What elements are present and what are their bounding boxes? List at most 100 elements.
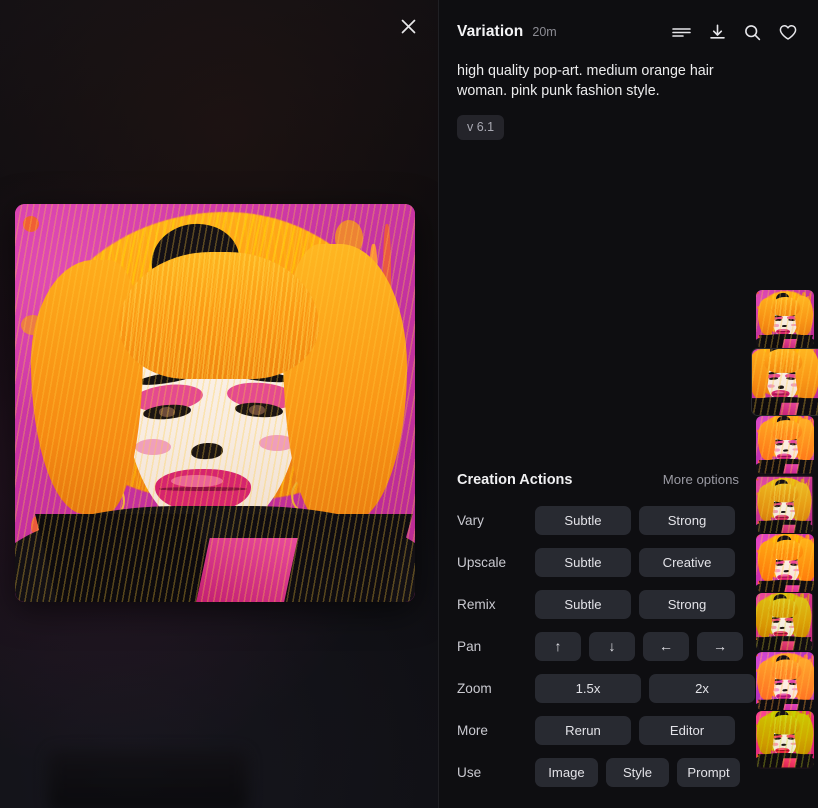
header-icon-group — [672, 24, 800, 41]
artwork-drip — [23, 215, 39, 232]
action-button-use-prompt[interactable]: Prompt — [677, 757, 740, 787]
action-row-pan: Pan ↑ ↓ ← → — [457, 625, 743, 667]
artwork-cheek — [767, 384, 775, 388]
action-button-group: Subtle Strong — [535, 505, 735, 535]
arrow-icon: → — [713, 638, 727, 654]
thumbnail-artwork — [756, 416, 814, 474]
thumbnail-artwork — [756, 711, 814, 768]
artwork-iris — [790, 683, 794, 685]
prompt-text[interactable]: high quality pop-art. medium orange hair… — [439, 48, 739, 101]
action-button-group: Image Style Prompt — [535, 757, 740, 787]
image-detail-screen: Variation 20m high quality pop-art. medi… — [0, 0, 818, 808]
artwork-canvas — [15, 204, 415, 602]
more-options-link[interactable]: More options — [663, 472, 739, 487]
artwork-collar — [196, 538, 298, 602]
action-button-group: Subtle Creative — [535, 547, 735, 577]
artwork-iris — [776, 319, 780, 321]
artwork-cheek — [773, 324, 779, 327]
thumbnail-artwork — [756, 290, 814, 348]
main-artwork[interactable] — [15, 204, 415, 602]
elapsed-time: 20m — [532, 25, 557, 39]
action-button-more-editor[interactable]: Editor — [639, 715, 735, 745]
artwork-lip-line — [774, 633, 788, 634]
action-row-label: Vary — [457, 512, 484, 528]
search-icon[interactable] — [744, 24, 761, 41]
artwork-nose — [781, 688, 787, 692]
action-button-pan-up[interactable]: ↑ — [535, 631, 581, 661]
close-icon[interactable] — [394, 12, 422, 40]
artwork-iris — [777, 443, 781, 446]
section-title: Creation Actions — [457, 472, 573, 488]
artwork-collar — [779, 640, 795, 651]
action-row-label: Pan — [457, 638, 482, 654]
action-row-vary: Vary Subtle Strong — [457, 499, 739, 541]
artwork-iris — [792, 563, 795, 566]
list-icon[interactable] — [672, 25, 691, 40]
action-button-zoom-1-5x[interactable]: 1.5x — [535, 673, 641, 703]
artwork-jacket-left — [758, 581, 788, 592]
download-icon[interactable] — [709, 24, 726, 41]
artwork-collar — [783, 463, 799, 474]
artwork-cheek — [772, 742, 778, 746]
artwork-iris — [776, 738, 779, 740]
artwork-bangs-texture — [771, 539, 804, 560]
artwork-nose — [778, 384, 785, 389]
action-row-remix: Remix Subtle Strong — [457, 583, 739, 625]
artwork-collar — [782, 703, 799, 710]
thumbnail-artwork — [756, 534, 814, 592]
artwork-nose — [779, 626, 784, 630]
action-row-label: More — [457, 722, 488, 738]
action-row-label: Remix — [457, 596, 496, 612]
action-button-upscale-subtle[interactable]: Subtle — [535, 547, 631, 577]
artwork-bangs-texture — [768, 598, 799, 618]
heart-icon[interactable] — [779, 24, 797, 41]
action-button-upscale-creative[interactable]: Creative — [639, 547, 735, 577]
artwork-nose — [780, 510, 786, 514]
action-rows: Vary Subtle Strong Upscale Subtle Creative Rem… — [457, 499, 755, 793]
thumbnail-artwork — [756, 652, 814, 710]
action-button-remix-subtle[interactable]: Subtle — [535, 589, 631, 619]
thumbnail-8[interactable] — [756, 711, 814, 769]
thumbnail-3[interactable] — [756, 416, 814, 474]
page-title: Variation — [457, 23, 524, 40]
thumbnail-6[interactable] — [756, 593, 814, 651]
action-button-pan-down[interactable]: ↓ — [589, 631, 635, 661]
action-row-use: Use Image Style Prompt — [457, 751, 740, 793]
artwork-nose — [781, 324, 787, 328]
action-button-group: ↑ ↓ ← → — [535, 631, 743, 661]
action-button-vary-subtle[interactable]: Subtle — [535, 505, 631, 535]
thumbnail-2[interactable] — [751, 348, 818, 416]
thumbnail-7[interactable] — [756, 652, 814, 710]
artwork-iris — [774, 621, 777, 623]
action-row-label: Zoom — [457, 680, 492, 696]
action-button-use-image[interactable]: Image — [535, 757, 598, 787]
artwork-cheek — [773, 688, 779, 691]
action-button-more-rerun[interactable]: Rerun — [535, 715, 631, 745]
thumbnail-4[interactable] — [756, 475, 814, 533]
version-badge[interactable]: v 6.1 — [457, 115, 505, 140]
action-button-group: Subtle Strong — [535, 589, 735, 619]
artwork-cheek — [770, 626, 777, 629]
action-button-use-style[interactable]: Style — [606, 757, 669, 787]
artwork-iris — [775, 505, 779, 508]
artwork-iris — [789, 377, 793, 380]
action-button-remix-strong[interactable]: Strong — [639, 589, 735, 619]
artwork-cheek — [135, 438, 171, 455]
thumbnail-filmstrip[interactable] — [751, 290, 818, 769]
thumbnail-artwork — [756, 476, 813, 533]
creation-actions-panel: Creation Actions More options Vary Subtle… — [439, 472, 755, 793]
creation-actions-header: Creation Actions More options — [457, 472, 739, 488]
arrow-icon: ↑ — [554, 638, 562, 654]
action-button-pan-right[interactable]: → — [697, 631, 743, 661]
action-button-vary-strong[interactable]: Strong — [639, 505, 735, 535]
artwork-nose — [782, 449, 788, 452]
action-button-pan-left[interactable]: ← — [643, 631, 689, 661]
thumbnail-1[interactable] — [756, 290, 814, 348]
artwork-iris — [777, 683, 780, 685]
action-button-zoom-2x[interactable]: 2x — [649, 673, 755, 703]
artwork-bangs-texture — [119, 251, 319, 380]
thumbnail-artwork — [752, 349, 818, 415]
blurred-preview-thumbnail — [48, 750, 248, 808]
artwork-cheek — [774, 448, 780, 452]
thumbnail-5[interactable] — [756, 534, 814, 592]
